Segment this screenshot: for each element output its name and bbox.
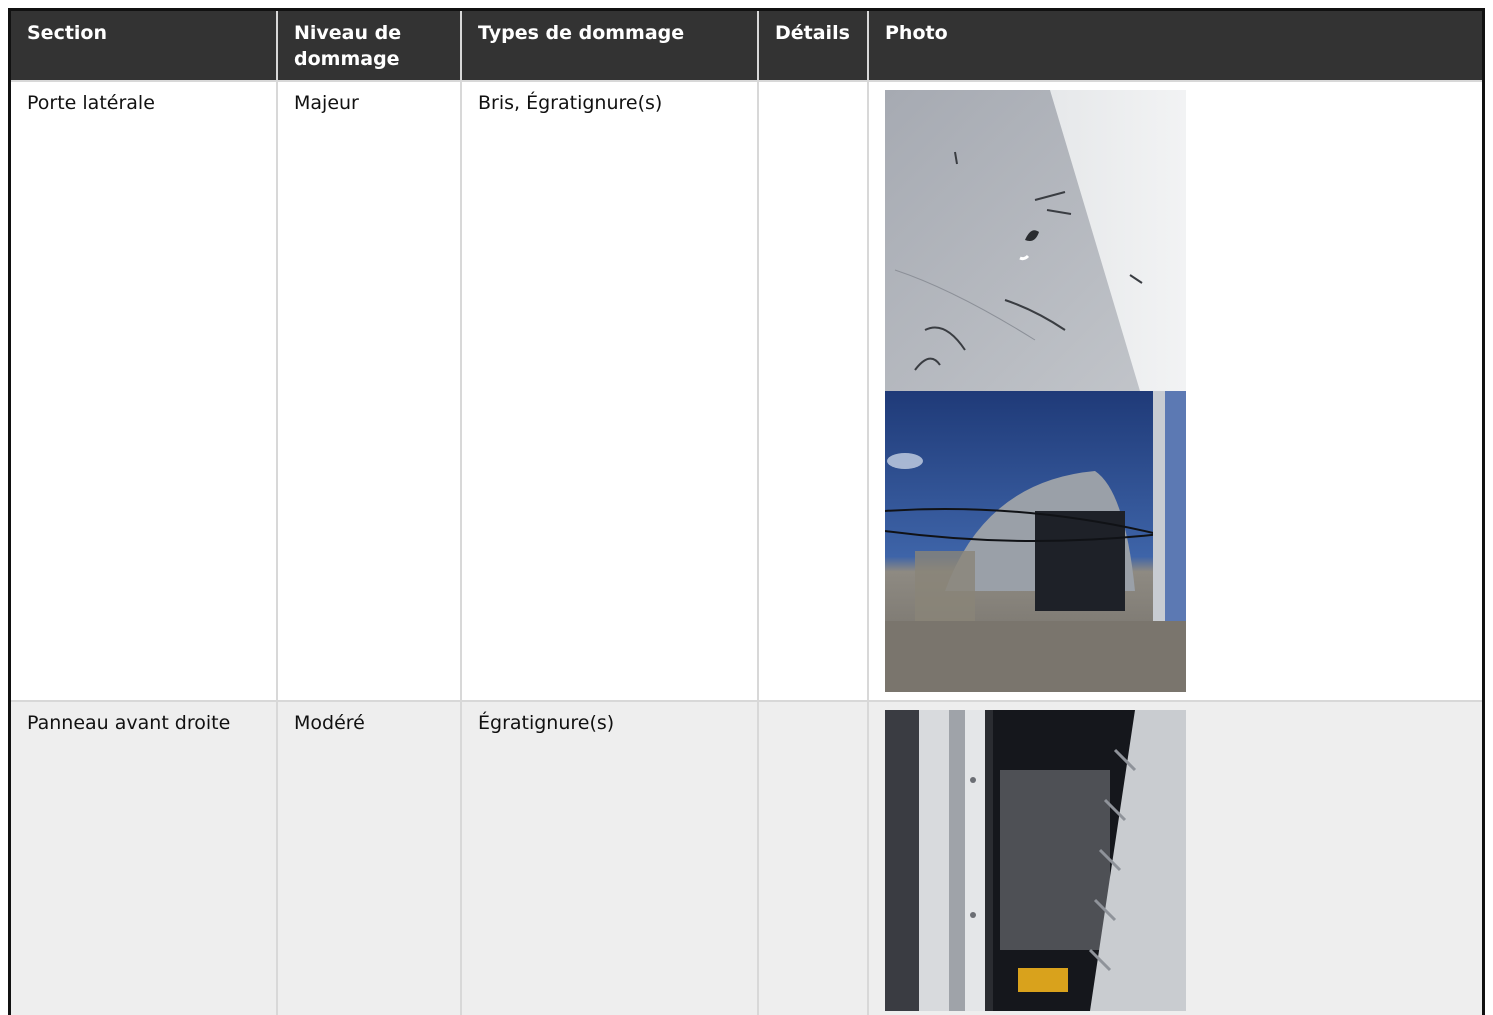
photo-scratched-panel-image (885, 90, 1186, 391)
photo-door-frame-image (885, 710, 1186, 1011)
cell-niveau: Majeur (277, 81, 462, 702)
table-row: Porte latérale Majeur Bris, Égratignure(… (11, 81, 1482, 702)
cell-types: Bris, Égratignure(s) (461, 81, 759, 702)
table-row: Panneau avant droite Modéré Égratignure(… (11, 701, 1482, 1015)
photo-reflection-image (885, 391, 1186, 692)
cell-details (758, 701, 869, 1015)
damage-report-frame: Section Niveau de dommage Types de domma… (8, 8, 1485, 1015)
header-section: Section (11, 11, 278, 82)
cell-niveau: Modéré (277, 701, 462, 1015)
cell-details (758, 81, 869, 702)
damage-photo-door-frame[interactable] (885, 710, 1186, 1011)
header-row: Section Niveau de dommage Types de domma… (11, 11, 1482, 82)
cell-section: Porte latérale (11, 81, 278, 702)
cell-photo (868, 81, 1482, 702)
table-header: Section Niveau de dommage Types de domma… (11, 11, 1482, 82)
table-body: Porte latérale Majeur Bris, Égratignure(… (11, 81, 1482, 1015)
damage-photo-reflection[interactable] (885, 391, 1186, 692)
damage-photo-scratched-panel[interactable] (885, 90, 1186, 391)
header-details: Détails (758, 11, 869, 82)
header-niveau: Niveau de dommage (277, 11, 462, 82)
header-photo: Photo (868, 11, 1482, 82)
damage-table: Section Niveau de dommage Types de domma… (11, 11, 1482, 1015)
cell-photo (868, 701, 1482, 1015)
cell-types: Égratignure(s) (461, 701, 759, 1015)
header-types: Types de dommage (461, 11, 759, 82)
cell-section: Panneau avant droite (11, 701, 278, 1015)
